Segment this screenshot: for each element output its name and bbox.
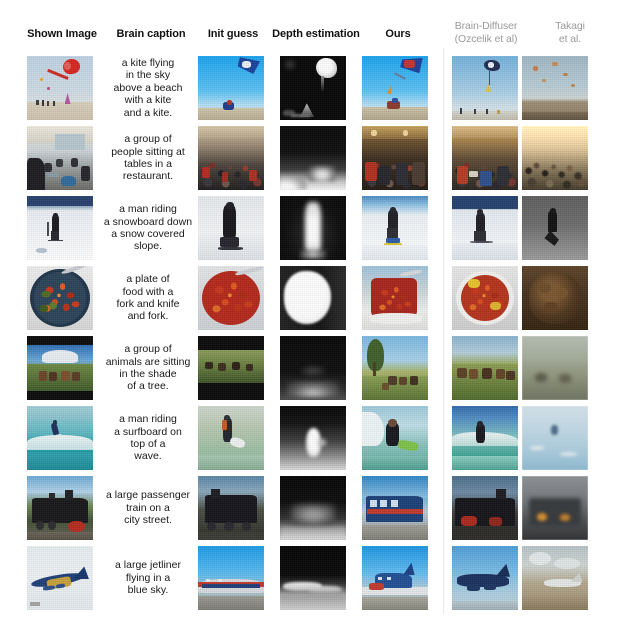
cell-ours	[362, 476, 428, 540]
cell-depth-estimation	[280, 126, 346, 190]
cell-takagi	[522, 196, 588, 260]
table-row: a man riding a surfboard on top of a wav…	[0, 406, 640, 476]
table-row: a group of people sitting at tables in a…	[0, 126, 640, 196]
column-header-brain-diffuser: Brain-Diffuser (Ozcelik et al)	[441, 20, 531, 46]
cell-brain-caption: a kite flying in the sky above a beach w…	[100, 56, 196, 120]
cell-takagi	[522, 406, 588, 470]
cell-init-guess	[198, 336, 264, 400]
cell-ours	[362, 196, 428, 260]
column-header-label: Init guess	[207, 28, 259, 40]
column-header-depth-estimation: Depth estimation	[266, 28, 366, 41]
cell-init-guess	[198, 406, 264, 470]
cell-takagi	[522, 546, 588, 610]
cell-brain-diffuser	[452, 126, 518, 190]
column-header-brain-caption: Brain caption	[99, 28, 203, 41]
cell-takagi	[522, 266, 588, 330]
cell-brain-diffuser	[452, 476, 518, 540]
cell-ours	[362, 266, 428, 330]
caption-text: a large passenger train on a city street…	[105, 489, 191, 527]
cell-shown-image	[27, 56, 93, 120]
cell-depth-estimation	[280, 196, 346, 260]
cell-brain-caption: a group of animals are sitting in the sh…	[96, 336, 200, 400]
column-header-takagi: Takagi et al.	[531, 20, 609, 46]
cell-depth-estimation	[280, 476, 346, 540]
cell-depth-estimation	[280, 336, 346, 400]
cell-brain-diffuser	[452, 336, 518, 400]
caption-text: a large jetliner flying in a blue sky.	[115, 559, 181, 597]
cell-init-guess	[198, 476, 264, 540]
caption-text: a plate of food with a fork and knife an…	[116, 273, 180, 323]
cell-brain-diffuser	[452, 266, 518, 330]
table-row: a large passenger train on a city street…	[0, 476, 640, 546]
table-row: a large jetliner flying in a blue sky.	[0, 546, 640, 616]
column-header-label: Ours	[385, 28, 411, 40]
cell-shown-image	[27, 336, 93, 400]
table-row: a man riding a snowboard down a snow cov…	[0, 196, 640, 266]
column-header-sublabel: (Ozcelik et al)	[454, 33, 518, 45]
cell-takagi	[522, 126, 588, 190]
cell-shown-image	[27, 266, 93, 330]
table-row: a kite flying in the sky above a beach w…	[0, 56, 640, 126]
column-header-sublabel: et al.	[558, 33, 582, 45]
cell-shown-image	[27, 196, 93, 260]
cell-shown-image	[27, 476, 93, 540]
cell-brain-diffuser	[452, 56, 518, 120]
table-row: a group of animals are sitting in the sh…	[0, 336, 640, 406]
cell-brain-diffuser	[452, 196, 518, 260]
column-header-label: Brain caption	[116, 28, 186, 40]
cell-ours	[362, 546, 428, 610]
cell-depth-estimation	[280, 546, 346, 610]
cell-init-guess	[198, 126, 264, 190]
cell-brain-caption: a large jetliner flying in a blue sky.	[100, 546, 196, 610]
cell-ours	[362, 406, 428, 470]
cell-brain-caption: a plate of food with a fork and knife an…	[100, 266, 196, 330]
caption-text: a group of people sitting at tables in a…	[111, 133, 185, 183]
caption-text: a kite flying in the sky above a beach w…	[113, 56, 183, 119]
cell-brain-caption: a group of people sitting at tables in a…	[100, 126, 196, 190]
cell-ours	[362, 126, 428, 190]
table-row: a plate of food with a fork and knife an…	[0, 266, 640, 336]
cell-depth-estimation	[280, 56, 346, 120]
cell-brain-diffuser	[452, 406, 518, 470]
cell-depth-estimation	[280, 406, 346, 470]
cell-brain-caption: a large passenger train on a city street…	[96, 476, 200, 540]
column-header-label: Depth estimation	[272, 28, 360, 40]
cell-init-guess	[198, 196, 264, 260]
cell-brain-caption: a man riding a snowboard down a snow cov…	[96, 196, 200, 260]
cell-depth-estimation	[280, 266, 346, 330]
cell-shown-image	[27, 126, 93, 190]
caption-text: a man riding a surfboard on top of a wav…	[114, 413, 182, 463]
cell-takagi	[522, 336, 588, 400]
caption-text: a man riding a snowboard down a snow cov…	[103, 203, 193, 253]
caption-text: a group of animals are sitting in the sh…	[105, 343, 191, 393]
cell-shown-image	[27, 406, 93, 470]
cell-brain-diffuser	[452, 546, 518, 610]
column-header-label: Takagi	[555, 20, 585, 32]
column-header-label: Shown Image	[27, 28, 97, 40]
figure-header: Shown Image Brain caption Init guess Dep…	[0, 0, 640, 56]
comparison-figure: Shown Image Brain caption Init guess Dep…	[0, 0, 640, 617]
cell-brain-caption: a man riding a surfboard on top of a wav…	[100, 406, 196, 470]
column-header-label: Brain-Diffuser	[454, 20, 518, 32]
cell-takagi	[522, 476, 588, 540]
cell-init-guess	[198, 266, 264, 330]
cell-ours	[362, 56, 428, 120]
cell-init-guess	[198, 546, 264, 610]
column-header-init-guess: Init guess	[196, 28, 270, 41]
cell-init-guess	[198, 56, 264, 120]
cell-ours	[362, 336, 428, 400]
cell-shown-image	[27, 546, 93, 610]
cell-takagi	[522, 56, 588, 120]
column-header-ours: Ours	[362, 28, 434, 41]
